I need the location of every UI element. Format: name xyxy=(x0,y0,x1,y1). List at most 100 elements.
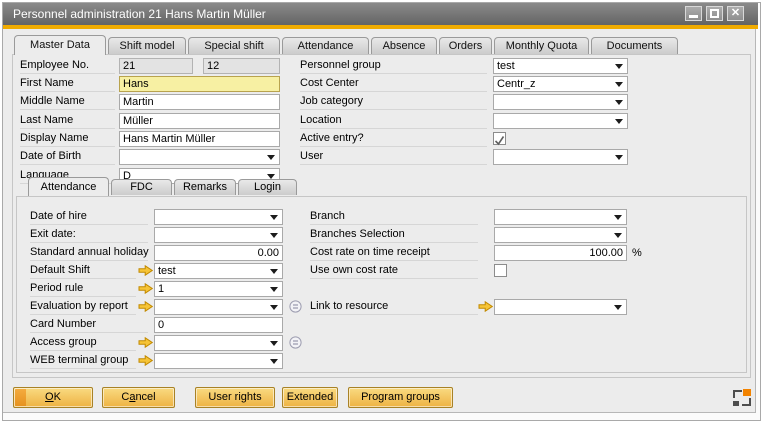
date-of-hire-label: Date of hire xyxy=(30,209,148,225)
dropdown-arrow-icon[interactable] xyxy=(270,269,278,274)
date-of-birth-label: Date of Birth xyxy=(20,149,115,165)
ok-button[interactable]: OK xyxy=(13,387,93,408)
link-arrow-icon[interactable] xyxy=(138,265,153,276)
grip-corner xyxy=(742,398,751,406)
dropdown-arrow-icon[interactable] xyxy=(270,233,278,238)
maximize-icon xyxy=(710,9,719,18)
tab-absence[interactable]: Absence xyxy=(371,37,437,54)
link-arrow-icon[interactable] xyxy=(138,301,153,312)
cost-rate-label: Cost rate on time receipt xyxy=(310,245,478,261)
maximize-button[interactable] xyxy=(706,6,723,21)
active-entry-checkbox[interactable] xyxy=(493,132,506,145)
extended-button[interactable]: Extended xyxy=(282,387,338,408)
access-group-select[interactable] xyxy=(154,335,283,351)
evaluation-by-report-label: Evaluation by report xyxy=(30,299,136,315)
access-group-label: Access group xyxy=(30,335,136,351)
evaluation-by-report-select[interactable] xyxy=(154,299,283,315)
last-name-field[interactable]: Müller xyxy=(119,113,280,129)
dropdown-arrow-icon[interactable] xyxy=(614,215,622,220)
link-to-resource-label: Link to resource xyxy=(310,299,478,315)
dropdown-arrow-icon[interactable] xyxy=(270,215,278,220)
subtab-fdc[interactable]: FDC xyxy=(111,179,172,195)
choose-list-icon[interactable] xyxy=(289,336,302,349)
resize-grip-icon[interactable] xyxy=(733,389,752,406)
first-name-field[interactable]: Hans xyxy=(119,76,280,92)
dropdown-arrow-icon[interactable] xyxy=(615,82,623,87)
link-arrow-icon[interactable] xyxy=(138,283,153,294)
subtab-attendance[interactable]: Attendance xyxy=(28,177,109,196)
dropdown-arrow-icon[interactable] xyxy=(614,233,622,238)
tab-attendance[interactable]: Attendance xyxy=(282,37,369,54)
field-value: 1 xyxy=(158,283,164,295)
display-name-field[interactable]: Hans Martin Müller xyxy=(119,131,280,147)
user-select[interactable] xyxy=(493,149,628,165)
dropdown-arrow-icon[interactable] xyxy=(267,155,275,160)
default-shift-select[interactable]: test xyxy=(154,263,283,279)
link-arrow-icon[interactable] xyxy=(138,337,153,348)
active-entry-label: Active entry? xyxy=(300,131,487,147)
employee-no-field-2[interactable]: 12 xyxy=(203,58,280,74)
window-title: Personnel administration 21 Hans Martin … xyxy=(13,7,266,21)
branches-selection-select[interactable] xyxy=(494,227,627,243)
tab-monthly-quota[interactable]: Monthly Quota xyxy=(494,37,589,54)
use-own-cost-rate-label: Use own cost rate xyxy=(310,263,478,279)
cost-center-select[interactable]: Centr_z xyxy=(493,76,628,92)
web-terminal-group-label: WEB terminal group xyxy=(30,353,136,369)
dropdown-arrow-icon[interactable] xyxy=(270,287,278,292)
checkbox-check-icon xyxy=(494,135,505,146)
dropdown-arrow-icon[interactable] xyxy=(615,155,623,160)
dropdown-arrow-icon[interactable] xyxy=(270,305,278,310)
date-of-hire-select[interactable] xyxy=(154,209,283,225)
dropdown-arrow-icon[interactable] xyxy=(615,100,623,105)
program-groups-button[interactable]: Program groups xyxy=(348,387,453,408)
field-value: test xyxy=(497,60,515,72)
tab-orders[interactable]: Orders xyxy=(439,37,492,54)
use-own-cost-rate-checkbox[interactable] xyxy=(494,264,507,277)
default-shift-label: Default Shift xyxy=(30,263,136,279)
personnel-group-select[interactable]: test xyxy=(493,58,628,74)
location-select[interactable] xyxy=(493,113,628,129)
dropdown-arrow-icon[interactable] xyxy=(270,341,278,346)
dropdown-arrow-icon[interactable] xyxy=(270,359,278,364)
card-number-label: Card Number xyxy=(30,317,148,333)
user-rights-button[interactable]: User rights xyxy=(195,387,275,408)
middle-name-field[interactable]: Martin xyxy=(119,94,280,110)
web-terminal-group-select[interactable] xyxy=(154,353,283,369)
first-name-label: First Name xyxy=(20,76,115,92)
cancel-button[interactable]: Cancel xyxy=(102,387,175,408)
title-bar: Personnel administration 21 Hans Martin … xyxy=(3,3,758,25)
card-number-field[interactable]: 0 xyxy=(154,317,283,333)
dropdown-arrow-icon[interactable] xyxy=(615,64,623,69)
job-category-label: Job category xyxy=(300,94,487,110)
link-to-resource-select[interactable] xyxy=(494,299,627,315)
dialog-body: Master Data Shift model Special shift At… xyxy=(3,29,756,413)
branch-select[interactable] xyxy=(494,209,627,225)
subtab-login[interactable]: Login xyxy=(238,179,297,195)
standard-annual-holiday-label: Standard annual holiday xyxy=(30,245,148,261)
exit-date-select[interactable] xyxy=(154,227,283,243)
dropdown-arrow-icon[interactable] xyxy=(614,305,622,310)
standard-annual-holiday-field[interactable]: 0.00 xyxy=(154,245,283,261)
employee-no-field-1[interactable]: 21 xyxy=(119,58,193,74)
subtab-remarks[interactable]: Remarks xyxy=(174,179,236,195)
minimize-button[interactable] xyxy=(685,6,702,21)
display-name-label: Display Name xyxy=(20,131,115,147)
tab-documents[interactable]: Documents xyxy=(591,37,678,54)
job-category-select[interactable] xyxy=(493,94,628,110)
close-icon: ✕ xyxy=(728,7,743,20)
date-of-birth-select[interactable] xyxy=(119,149,280,165)
tab-shift-model[interactable]: Shift model xyxy=(108,37,186,54)
cost-rate-field[interactable]: 100.00 xyxy=(494,245,627,261)
close-button[interactable]: ✕ xyxy=(727,6,744,21)
dropdown-arrow-icon[interactable] xyxy=(615,119,623,124)
period-rule-label: Period rule xyxy=(30,281,136,297)
last-name-label: Last Name xyxy=(20,113,115,129)
link-arrow-icon[interactable] xyxy=(138,355,153,366)
tab-master-data[interactable]: Master Data xyxy=(14,35,106,55)
period-rule-select[interactable]: 1 xyxy=(154,281,283,297)
exit-date-label: Exit date: xyxy=(30,227,148,243)
choose-list-icon[interactable] xyxy=(289,300,302,313)
cost-center-label: Cost Center xyxy=(300,76,487,92)
tab-special-shift[interactable]: Special shift xyxy=(188,37,280,54)
link-arrow-icon[interactable] xyxy=(478,301,493,312)
